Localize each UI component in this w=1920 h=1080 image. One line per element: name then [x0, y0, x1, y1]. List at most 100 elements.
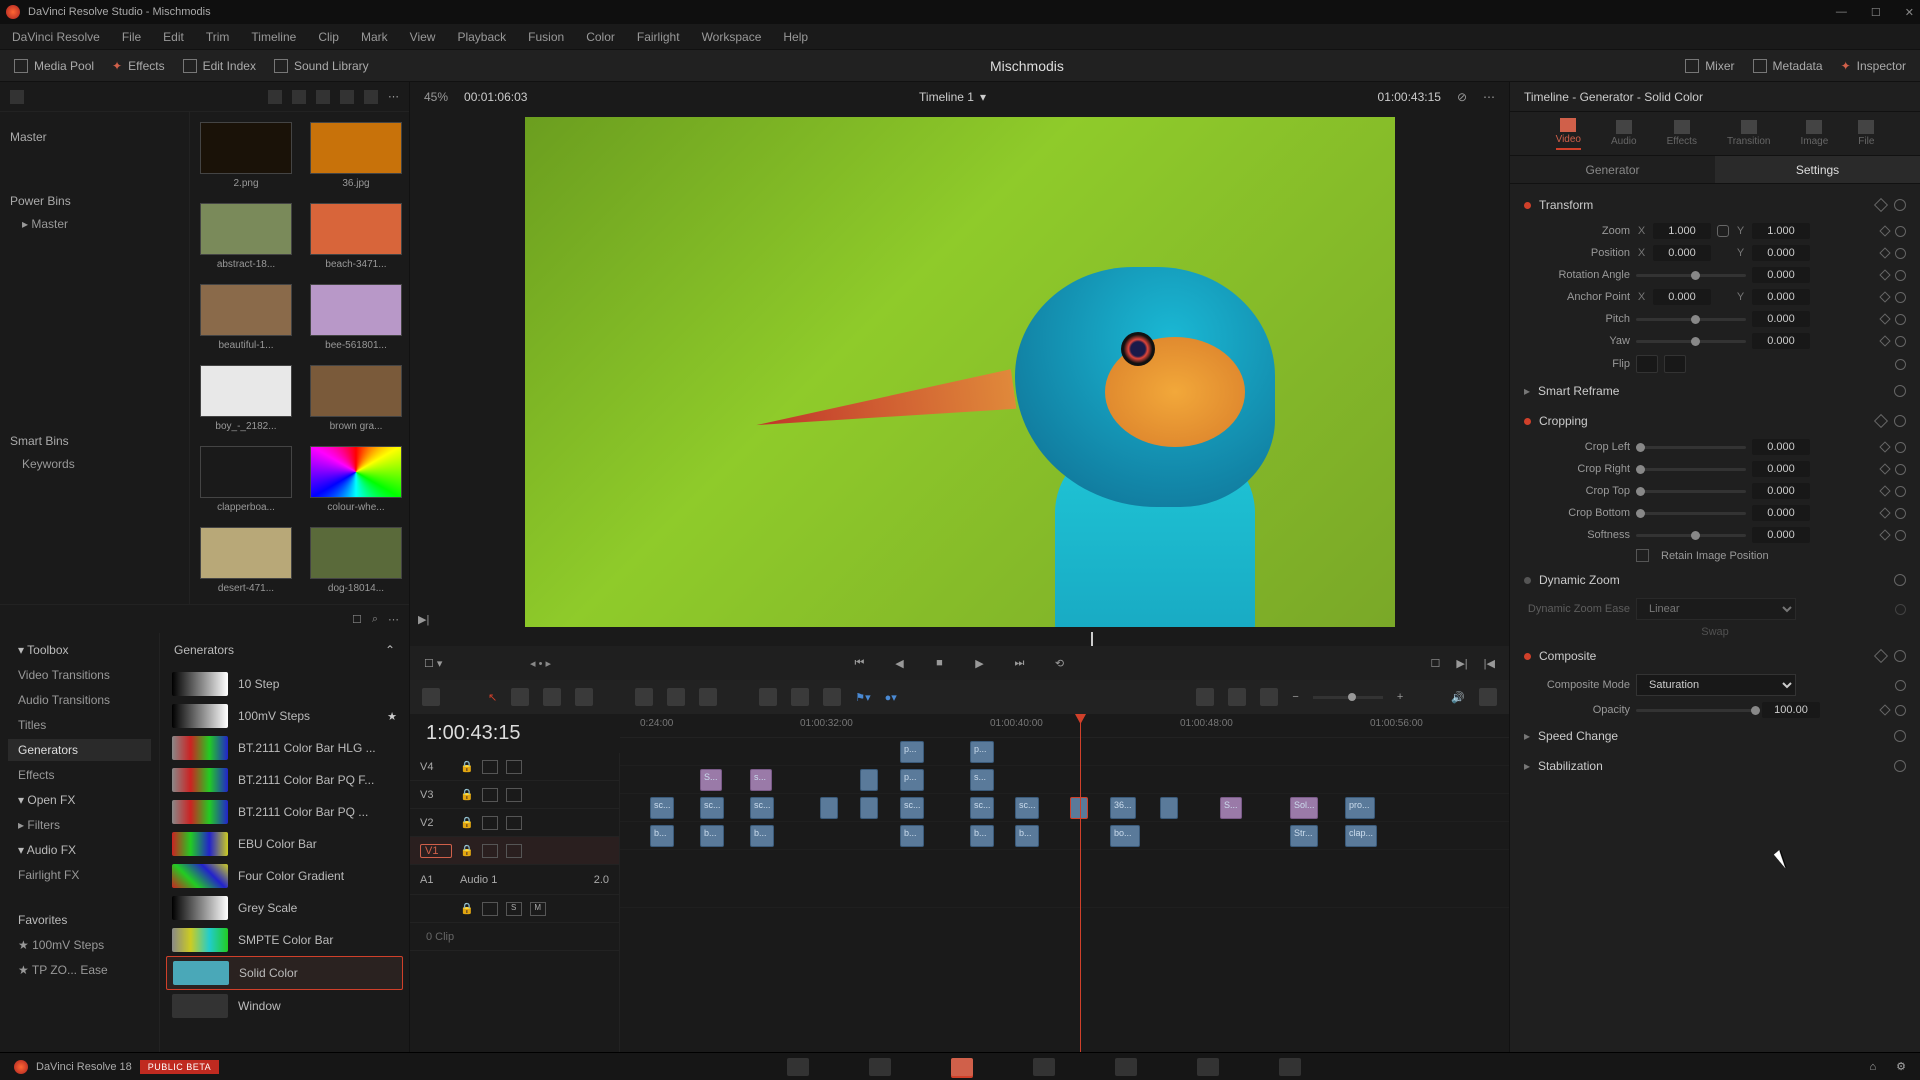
track-v2[interactable]: V2🔒 — [410, 809, 619, 837]
power-bins-header[interactable]: Power Bins — [10, 194, 179, 208]
tl-options-icon[interactable] — [1479, 688, 1497, 706]
sound-library-toggle[interactable]: Sound Library — [274, 59, 369, 73]
fx-openfx[interactable]: ▾ Open FX — [8, 789, 151, 811]
menu-file[interactable]: File — [122, 30, 141, 44]
crop-right-slider[interactable] — [1636, 468, 1746, 471]
clip[interactable]: p... — [970, 741, 994, 763]
clip[interactable]: s... — [750, 769, 772, 791]
dynzoom-ease-select[interactable]: Linear — [1636, 598, 1796, 620]
insp-tab-file[interactable]: File — [1858, 120, 1874, 147]
minimize-button[interactable]: — — [1836, 6, 1847, 19]
play-button[interactable]: ▶ — [971, 654, 989, 672]
lock-icon[interactable]: 🔒 — [460, 760, 474, 773]
page-media[interactable] — [787, 1058, 809, 1076]
power-bin-master[interactable]: ▸ Master — [10, 214, 179, 234]
track-lane-a1[interactable] — [620, 850, 1509, 908]
section-stabilization[interactable]: ▸Stabilization — [1524, 753, 1906, 779]
page-cut[interactable] — [869, 1058, 891, 1076]
playhead[interactable] — [1080, 714, 1081, 1052]
clip[interactable]: b... — [650, 825, 674, 847]
insp-tab-video[interactable]: Video — [1556, 118, 1581, 150]
media-thumb[interactable]: beach-3471... — [310, 203, 402, 270]
fx-video-transitions[interactable]: Video Transitions — [8, 664, 151, 686]
metadata-toggle[interactable]: Metadata — [1753, 59, 1823, 73]
fx-thumb-icon[interactable]: ☐ — [352, 613, 362, 626]
menu-trim[interactable]: Trim — [206, 30, 230, 44]
clip[interactable]: S... — [1220, 797, 1242, 819]
opacity-input[interactable]: 100.00 — [1762, 702, 1820, 718]
crop-top-slider[interactable] — [1636, 490, 1746, 493]
viewer-right-tc[interactable]: 01:00:43:15 — [1378, 90, 1441, 104]
clip[interactable]: sc... — [970, 797, 994, 819]
clip[interactable]: Str... — [1290, 825, 1318, 847]
clip-selected[interactable] — [1070, 797, 1088, 819]
flip-v-button[interactable] — [1664, 355, 1686, 373]
clip[interactable]: Sol... — [1290, 797, 1318, 819]
fx-titles[interactable]: Titles — [8, 714, 151, 736]
clip[interactable]: p... — [900, 741, 924, 763]
clip[interactable] — [860, 797, 878, 819]
link-icon[interactable] — [791, 688, 809, 706]
fx-item[interactable]: Grey Scale — [166, 892, 403, 924]
fx-item[interactable]: Solid Color — [166, 956, 403, 990]
more-icon[interactable]: ⋯ — [388, 90, 399, 103]
media-thumb[interactable]: 36.jpg — [310, 122, 402, 189]
track-lane-v4[interactable]: p... p... — [620, 738, 1509, 766]
media-thumb[interactable]: 2.png — [200, 122, 292, 189]
viewer-left-tc[interactable]: 00:01:06:03 — [464, 90, 527, 104]
menu-timeline[interactable]: Timeline — [251, 30, 296, 44]
page-fairlight[interactable] — [1197, 1058, 1219, 1076]
dynzoom-swap[interactable]: Swap — [1701, 626, 1729, 638]
pitch-input[interactable]: 0.000 — [1752, 311, 1810, 327]
clip[interactable] — [820, 797, 838, 819]
fx-item[interactable]: BT.2111 Color Bar HLG ... — [166, 732, 403, 764]
subtab-settings[interactable]: Settings — [1715, 156, 1920, 183]
opacity-slider[interactable] — [1636, 709, 1756, 712]
mixer-toggle[interactable]: Mixer — [1685, 59, 1734, 73]
timeline-ruler[interactable]: 0:24:00 01:00:32:00 01:00:40:00 01:00:48… — [620, 714, 1509, 738]
fx-favorites-header[interactable]: Favorites — [8, 909, 151, 931]
viewer-bypass-icon[interactable]: ⊘ — [1457, 90, 1467, 104]
pos-y-input[interactable]: 0.000 — [1752, 245, 1810, 261]
menu-clip[interactable]: Clip — [318, 30, 339, 44]
insp-tab-image[interactable]: Image — [1801, 120, 1829, 147]
section-transform[interactable]: Transform — [1524, 192, 1906, 218]
keyframe-icon[interactable] — [1874, 198, 1888, 212]
fx-fav-0[interactable]: ★ 100mV Steps — [8, 934, 151, 956]
lock-icon[interactable] — [823, 688, 841, 706]
page-fusion[interactable] — [1033, 1058, 1055, 1076]
zoom-minus[interactable]: − — [1292, 691, 1298, 703]
fx-more-icon[interactable]: ⋯ — [388, 613, 399, 626]
track-lane-v3[interactable]: S... s... p... s... — [620, 766, 1509, 794]
viewer[interactable]: ▶| — [410, 112, 1509, 632]
prev-clip-icon[interactable]: ◂ • ▸ — [530, 657, 551, 670]
clip[interactable] — [860, 769, 878, 791]
dynamic-trim-icon[interactable] — [543, 688, 561, 706]
media-pool-toggle[interactable]: Media Pool — [14, 59, 94, 73]
track-enable-icon[interactable] — [506, 760, 522, 774]
clip[interactable]: sc... — [700, 797, 724, 819]
fx-effects[interactable]: Effects — [8, 764, 151, 786]
overwrite-clip-icon[interactable] — [667, 688, 685, 706]
fx-item[interactable]: EBU Color Bar — [166, 828, 403, 860]
clip[interactable]: sc... — [900, 797, 924, 819]
smart-bin-keywords[interactable]: Keywords — [10, 454, 179, 474]
anchor-y-input[interactable]: 0.000 — [1752, 289, 1810, 305]
menu-edit[interactable]: Edit — [163, 30, 184, 44]
page-edit[interactable] — [951, 1058, 973, 1076]
lock-icon[interactable]: 🔒 — [460, 816, 474, 829]
media-thumb[interactable]: beautiful-1... — [200, 284, 292, 351]
insp-tab-transition[interactable]: Transition — [1727, 120, 1771, 147]
media-thumb[interactable]: desert-471... — [200, 527, 292, 594]
lock-icon[interactable]: 🔒 — [460, 788, 474, 801]
tl-zoom-fit-icon[interactable] — [1260, 688, 1278, 706]
settings-icon[interactable]: ⚙ — [1896, 1060, 1906, 1073]
grid-view-icon[interactable] — [292, 90, 306, 104]
track-v4[interactable]: V4🔒 — [410, 753, 619, 781]
fx-search-icon[interactable]: ⌕ — [372, 613, 378, 626]
close-button[interactable]: ✕ — [1905, 6, 1914, 19]
tl-view-options[interactable] — [422, 688, 440, 706]
fx-item[interactable]: 100mV Steps★ — [166, 700, 403, 732]
lock-icon[interactable]: 🔒 — [460, 902, 474, 915]
home-icon[interactable]: ⌂ — [1869, 1061, 1876, 1073]
